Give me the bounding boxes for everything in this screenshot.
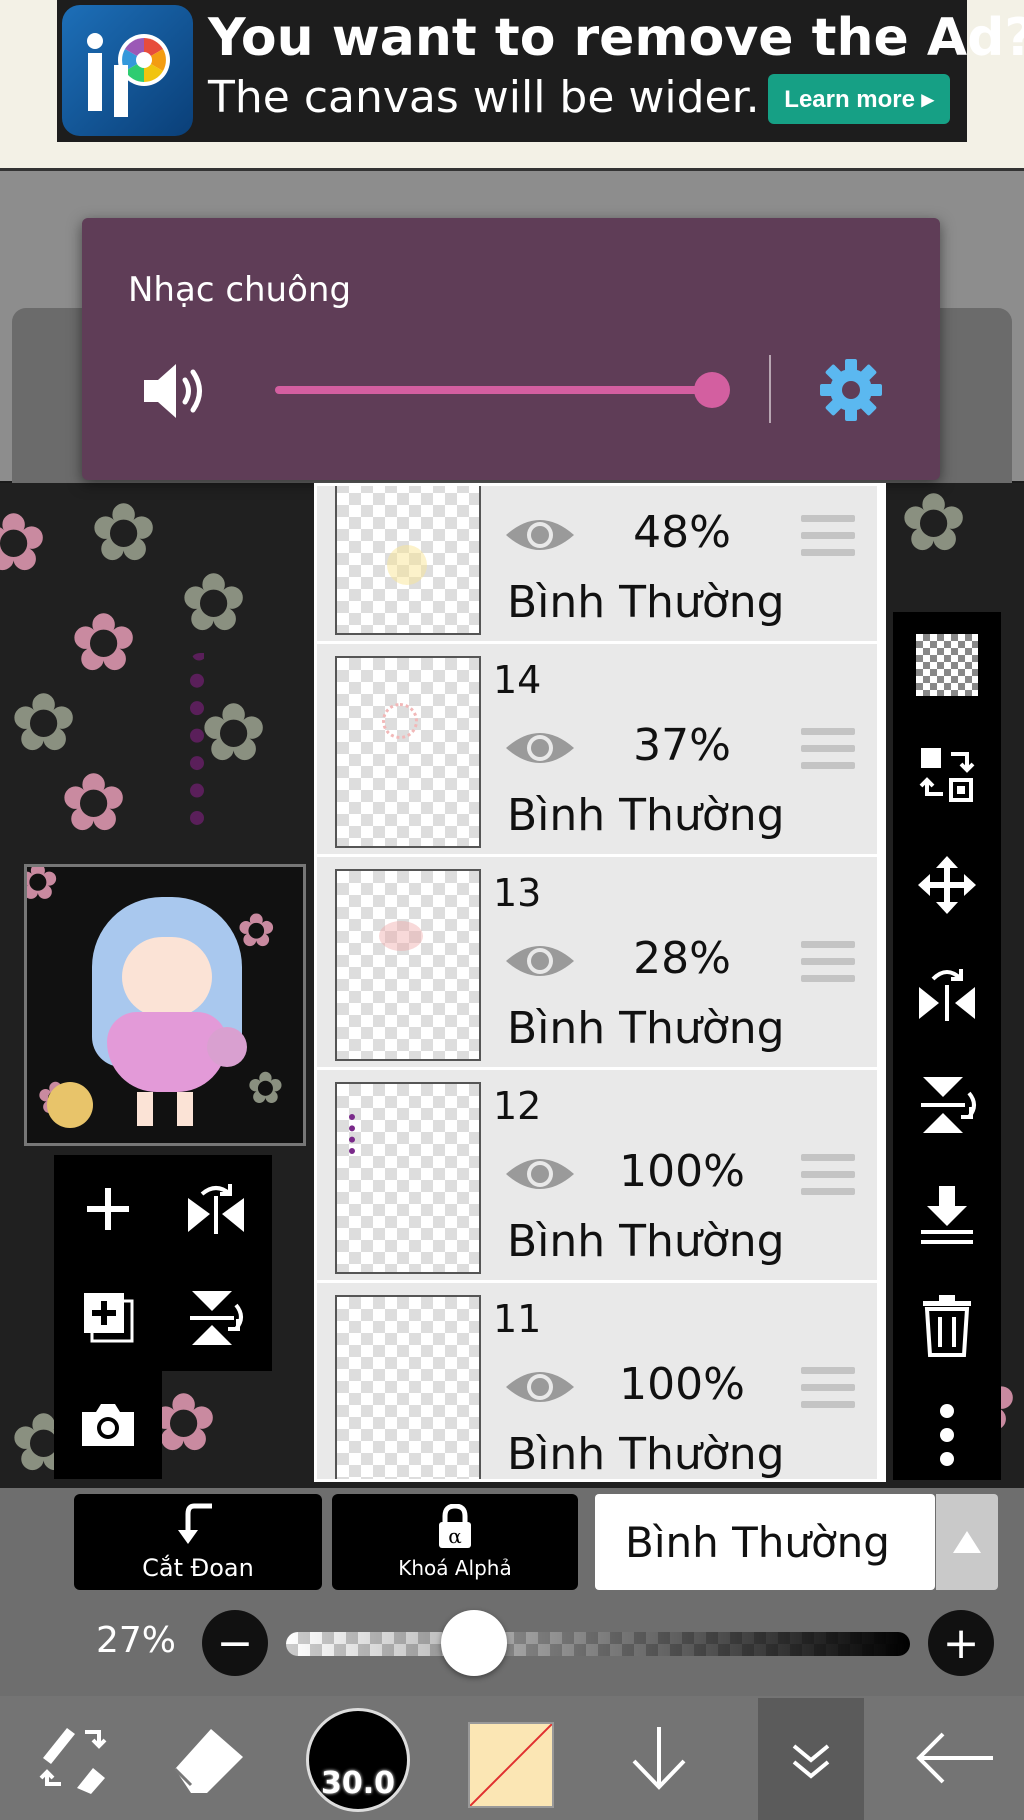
divider [769, 355, 771, 423]
layer-opacity[interactable]: 100% [607, 1146, 757, 1197]
flower-pattern: ✿ [90, 486, 158, 579]
duplicate-layer-icon[interactable] [54, 1263, 162, 1371]
flower-pattern: ✿ [0, 496, 48, 589]
layer-number: 13 [493, 871, 542, 915]
ad-headline[interactable]: You want to remove the Ad? [208, 8, 1024, 68]
layer-thumbnail[interactable] [335, 486, 481, 635]
layer-row[interactable]: 14 37% Bình Thường [317, 644, 877, 857]
eye-icon[interactable] [503, 1150, 577, 1198]
layer-number: 12 [493, 1084, 542, 1128]
opacity-slider[interactable] [286, 1632, 910, 1656]
flower-pattern: ✿ [70, 596, 138, 689]
clipping-icon [178, 1503, 212, 1544]
layer-opacity[interactable]: 48% [607, 507, 757, 558]
ad-learn-more-button[interactable]: Learn more ▸ [768, 74, 950, 124]
volume-slider[interactable] [275, 386, 715, 394]
layer-row[interactable]: 11 100% Bình Thường [317, 1283, 877, 1479]
layer-thumbnail[interactable] [335, 869, 481, 1061]
gear-icon[interactable] [818, 357, 884, 423]
minus-icon[interactable]: − [202, 1610, 268, 1676]
layers-toggle-button[interactable] [758, 1698, 864, 1820]
more-options-icon[interactable] [893, 1390, 1001, 1480]
canvas-tools-camera [54, 1371, 162, 1479]
drag-handle-icon[interactable] [801, 728, 855, 772]
layer-panel[interactable]: 15 48% Bình Thường 14 37% Bình Thường 13… [314, 483, 886, 1482]
ad-subtext[interactable]: The canvas will be wider. [208, 72, 760, 123]
flip-canvas-vertical-icon[interactable] [162, 1263, 270, 1371]
eye-icon[interactable] [503, 511, 577, 559]
flip-vertical-icon[interactable] [893, 1060, 1001, 1150]
layer-thumbnail[interactable] [335, 1295, 481, 1479]
plus-icon[interactable]: + [928, 1610, 994, 1676]
lock-icon: α [439, 1504, 471, 1548]
ibispaint-logo-icon[interactable] [62, 5, 193, 136]
eye-icon[interactable] [503, 1363, 577, 1411]
swap-layer-icon[interactable] [893, 730, 1001, 820]
speaker-icon[interactable] [140, 358, 210, 424]
drag-handle-icon[interactable] [801, 1154, 855, 1198]
camera-icon[interactable] [54, 1371, 162, 1479]
flower-pattern: ✿ [10, 676, 78, 769]
opacity-value: 27% [96, 1620, 177, 1661]
alpha-lock-button[interactable]: α Khoá Alphả [332, 1494, 578, 1590]
merge-down-icon[interactable] [893, 1170, 1001, 1260]
eraser-icon[interactable] [154, 1696, 264, 1820]
flower-pattern: ✿ [900, 483, 968, 569]
signature-stroke [190, 653, 230, 833]
opacity-slider-thumb[interactable] [441, 1610, 508, 1676]
eye-icon[interactable] [503, 724, 577, 772]
layer-number: 14 [493, 658, 542, 702]
layer-number: 11 [493, 1297, 542, 1341]
volume-label: Nhạc chuông [128, 270, 352, 310]
layer-thumbnail[interactable] [335, 656, 481, 848]
drag-handle-icon[interactable] [801, 941, 855, 985]
layer-opacity[interactable]: 37% [607, 720, 757, 771]
canvas-preview[interactable]: ✿ ✿ ✿ ✿ [24, 864, 306, 1146]
flower-pattern: ✿ [180, 556, 248, 649]
layer-blend-mode[interactable]: Bình Thường [507, 1003, 785, 1054]
layer-blend-mode[interactable]: Bình Thường [507, 790, 785, 841]
eye-icon[interactable] [503, 937, 577, 985]
flip-canvas-horizontal-icon[interactable] [162, 1155, 270, 1263]
triangle-up-icon[interactable] [936, 1494, 998, 1590]
arrow-down-icon[interactable] [604, 1696, 714, 1820]
layer-row[interactable]: 12 100% Bình Thường [317, 1070, 877, 1283]
move-icon[interactable] [893, 840, 1001, 930]
brush-size-button[interactable]: 30.0 [306, 1708, 410, 1812]
color-swatch[interactable] [468, 1722, 554, 1808]
flip-horizontal-icon[interactable] [893, 950, 1001, 1040]
layer-blend-mode[interactable]: Bình Thường [507, 577, 785, 628]
layer-opacity[interactable]: 28% [607, 933, 757, 984]
layer-thumbnail[interactable] [335, 1082, 481, 1274]
clipping-button[interactable]: Cắt Đoan [74, 1494, 322, 1590]
back-arrow-icon[interactable] [900, 1696, 1010, 1820]
transparent-layer-icon[interactable] [893, 620, 1001, 710]
add-layer-icon[interactable] [54, 1155, 162, 1263]
clipping-label: Cắt Đoan [142, 1554, 254, 1582]
layer-opacity[interactable]: 100% [607, 1359, 757, 1410]
alpha-lock-label: Khoá Alphả [398, 1556, 512, 1580]
layer-toolbar [893, 612, 1001, 1480]
volume-panel [82, 218, 940, 480]
svg-text:α: α [448, 1524, 462, 1548]
drag-handle-icon[interactable] [801, 515, 855, 559]
trash-icon[interactable] [893, 1280, 1001, 1370]
layer-blend-mode[interactable]: Bình Thường [507, 1216, 785, 1267]
layer-number: 15 [493, 486, 541, 489]
volume-slider-thumb[interactable] [694, 372, 730, 408]
double-chevron-down-icon [792, 1744, 830, 1779]
tool-swap-icon[interactable] [18, 1696, 128, 1820]
flower-pattern: ✿ [60, 756, 128, 849]
canvas-tools [54, 1155, 272, 1371]
blend-mode-select[interactable]: Bình Thường [595, 1494, 935, 1590]
layer-row[interactable]: 15 48% Bình Thường [317, 486, 877, 644]
layer-row[interactable]: 13 28% Bình Thường [317, 857, 877, 1070]
drag-handle-icon[interactable] [801, 1367, 855, 1411]
layer-blend-mode[interactable]: Bình Thường [507, 1429, 785, 1479]
